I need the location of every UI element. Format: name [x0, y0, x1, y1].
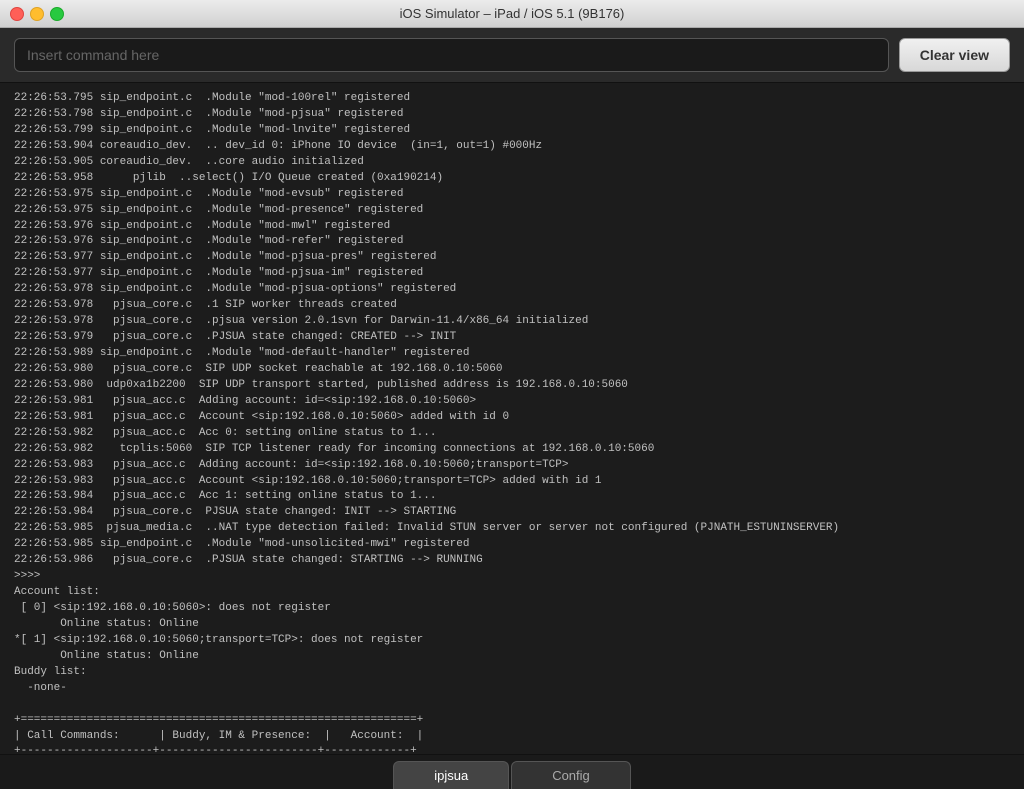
console-output: 22:26:53.795 sip_endpoint.c .Module "mod…	[14, 91, 1010, 754]
tab-bar: ipjsua Config	[0, 755, 1024, 789]
tab-config[interactable]: Config	[511, 761, 631, 789]
title-bar: iOS Simulator – iPad / iOS 5.1 (9B176)	[0, 0, 1024, 28]
clear-view-button[interactable]: Clear view	[899, 38, 1010, 72]
command-input[interactable]	[14, 38, 889, 72]
tab-ipjsua[interactable]: ipjsua	[393, 761, 509, 789]
maximize-button[interactable]	[50, 7, 64, 21]
minimize-button[interactable]	[30, 7, 44, 21]
close-button[interactable]	[10, 7, 24, 21]
bottom-area: ipjsua Config	[0, 754, 1024, 789]
app-container: Clear view 22:26:53.795 sip_endpoint.c .…	[0, 28, 1024, 789]
window-controls[interactable]	[10, 7, 64, 21]
window-title: iOS Simulator – iPad / iOS 5.1 (9B176)	[400, 6, 625, 21]
console-area[interactable]: 22:26:53.795 sip_endpoint.c .Module "mod…	[0, 83, 1024, 754]
toolbar: Clear view	[0, 28, 1024, 83]
